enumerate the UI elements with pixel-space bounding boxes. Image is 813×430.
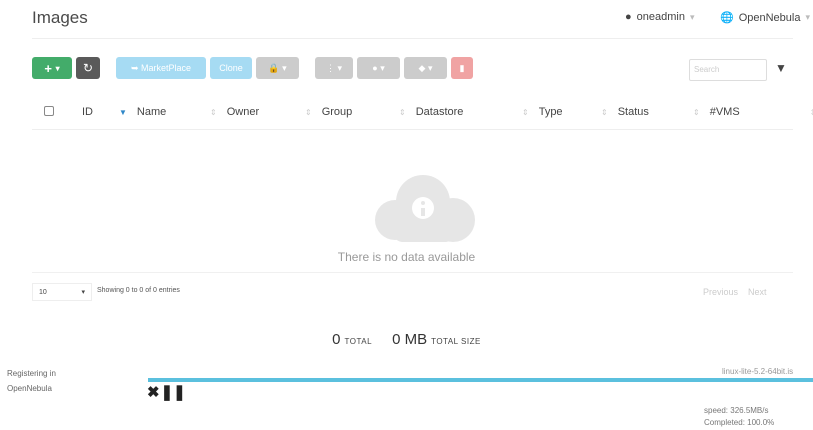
globe-icon: 🌐 [720,12,734,24]
sort-desc-icon: ▼ [119,107,127,117]
previous-button[interactable]: Previous [703,287,738,297]
filter-icon[interactable]: ▼ [775,61,787,75]
column-vms[interactable]: ⇕#VMS⇕ [693,106,813,118]
owner-menu-button[interactable]: ● ▾ [357,57,400,79]
cancel-upload-icon[interactable]: ✖ [147,383,160,401]
total-count: 0 TOTAL [332,331,373,348]
upload-speed: speed: 326.5MB/s [704,406,769,415]
header-divider [32,38,793,39]
share-icon: ➥ [130,62,139,73]
sort-icon: ⇕ [210,107,217,117]
lock-button[interactable]: 🔒 ▾ [256,57,299,79]
delete-button[interactable]: ▮ [451,57,473,79]
select-all-checkbox[interactable] [44,106,54,116]
upload-status-label: Registering in OpenNebula [7,369,56,393]
column-name[interactable]: ▼ Name [119,106,166,118]
zone-menu[interactable]: 🌐 OpenNebula ▾ [720,11,811,25]
marketplace-button[interactable]: ➥ MarketPlace [116,57,206,79]
search-input[interactable]: Search [689,59,767,81]
sort-icon: ⇕ [693,107,700,117]
pause-icon[interactable]: ❚❚ [161,383,186,401]
user-menu[interactable]: ● oneadmin ▾ [625,11,695,23]
column-owner[interactable]: ⇕ Owner [210,106,259,118]
column-id[interactable]: ID [82,106,93,118]
entries-info: Showing 0 to 0 of 0 entries [97,287,180,294]
column-type[interactable]: ⇕ Type [522,106,563,118]
table-footer-divider [32,272,793,273]
sort-icon: ⇕ [601,107,608,117]
pagination: Previous Next [703,287,767,297]
chevron-down-icon: ▾ [81,289,85,296]
sort-icon: ⇕ [305,107,312,117]
user-icon: ● [372,63,378,73]
tag-icon: ◆ [418,62,426,73]
table-header: ID ▼ Name ⇕ Owner ⇕ Group ⇕ Datastore ⇕ Type … [32,96,813,130]
trash-icon: ▮ [459,62,465,73]
sort-icon: ⇕ [522,107,529,117]
page-size-select[interactable]: 10 ▾ [32,283,92,301]
empty-message: There is no data available [337,250,476,264]
chevron-down-icon: ▾ [805,12,811,22]
upload-file-name: linux-lite-5.2-64bit.is [722,367,794,376]
next-button[interactable]: Next [748,287,767,297]
column-datastore[interactable]: ⇕ Datastore [399,106,463,118]
zone-name: OpenNebula [738,11,801,24]
enable-menu-button[interactable]: ⋮ ▾ [315,57,353,79]
add-button[interactable]: + ▾ [32,57,72,79]
upload-controls: ✖ ❚❚ [147,383,186,401]
label-menu-button[interactable]: ◆ ▾ [404,57,447,79]
info-cloud-icon [375,175,475,242]
totals: 0 TOTAL 0 MB TOTAL SIZE [0,331,813,348]
user-name: oneadmin [636,11,685,23]
column-status[interactable]: ⇕ Status [601,106,649,118]
page-title: Images [32,8,88,27]
lock-icon: 🔒 [268,62,280,73]
clone-button[interactable]: Clone [210,57,252,79]
total-size: 0 MB TOTAL SIZE [392,331,481,348]
column-group[interactable]: ⇕ Group [305,106,352,118]
upload-completed: Completed: 100.0% [704,418,775,427]
refresh-button[interactable]: ↻ [76,57,100,79]
sort-icon: ⇕ [399,107,406,117]
chevron-down-icon: ▾ [689,11,695,22]
toolbar: + ▾ ↻ ➥ MarketPlace Clone 🔒 ▾ ⋮ ▾ ● ▾ ◆ … [32,57,473,79]
user-icon: ● [625,11,632,23]
menu-icon: ⋮ [325,62,335,73]
upload-progress-bar [148,378,813,382]
refresh-icon: ↻ [82,61,94,75]
